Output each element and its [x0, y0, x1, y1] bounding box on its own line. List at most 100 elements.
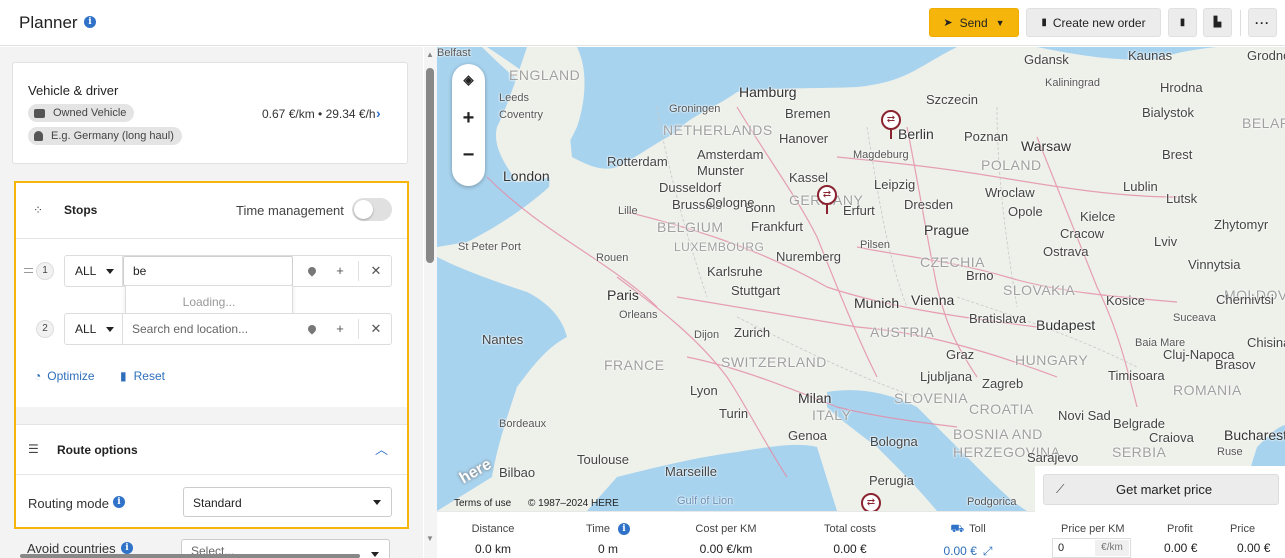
end-location-input[interactable] — [123, 314, 293, 344]
horizontal-scrollbar[interactable] — [20, 554, 360, 558]
map-city-label: Magdeburg — [853, 149, 909, 161]
sidebar-scrollbar-thumb[interactable] — [426, 68, 434, 263]
map-city-label: Belgrade — [1113, 416, 1166, 431]
chevron-right-icon[interactable]: › — [376, 105, 381, 121]
autocomplete-status: Loading... — [182, 295, 236, 309]
map-city-label: Bordeaux — [499, 418, 547, 430]
toll-icon: ⛟ — [950, 523, 965, 535]
optimize-button[interactable]: ◔ Optimize — [34, 369, 95, 383]
map-city-label: Dusseldorf — [659, 180, 722, 195]
stop-filter-select[interactable]: ALL — [65, 314, 123, 344]
remove-stop-icon[interactable]: ✕ — [368, 263, 384, 279]
map-city-label: Berlin — [898, 126, 934, 142]
stops-header: ⁘ Stops Time management — [16, 183, 407, 239]
stops-title: Stops — [64, 203, 98, 217]
price-label: Price — [1230, 523, 1256, 535]
vehicle-type-pill: Owned Vehicle — [28, 104, 135, 122]
remove-stop-icon[interactable]: ✕ — [368, 321, 384, 337]
scroll-down-icon[interactable]: ▼ — [426, 534, 434, 543]
terms-of-use-link[interactable]: Terms of use — [454, 498, 511, 509]
reset-label: Reset — [133, 369, 165, 383]
info-icon[interactable]: i — [113, 496, 125, 508]
reset-button[interactable]: ▮ Reset — [120, 369, 165, 383]
map-city-label: Rouen — [596, 252, 629, 264]
stop-filter-value: ALL — [75, 322, 97, 336]
stopwatch-icon: ◔ — [34, 369, 42, 383]
map-city-label: Bremen — [785, 106, 831, 121]
stat-label: Cost per KM — [695, 523, 757, 535]
row-divider — [358, 261, 359, 281]
drag-handle-icon[interactable] — [24, 268, 33, 273]
route-stats-bar: Distance 0.0 km Time i 0 m Cost per KM 0.… — [437, 511, 1035, 558]
info-icon[interactable]: i — [84, 16, 96, 28]
map-city-label: Dijon — [694, 329, 720, 341]
stop-location-input[interactable] — [123, 256, 293, 286]
map-city-label: Milan — [798, 390, 832, 406]
map-region-label: FRANCE — [604, 357, 665, 373]
map-region-label: CROATIA — [969, 401, 1034, 417]
stop-row-1: 1 ALL + ✕ — [16, 255, 407, 287]
map-pin-icon[interactable] — [304, 321, 320, 336]
map-city-label: Rotterdam — [607, 154, 668, 169]
map-pin-icon[interactable] — [304, 263, 320, 278]
map-region-label: AUSTRIA — [870, 324, 935, 340]
routing-mode-select[interactable]: Standard — [183, 487, 392, 517]
price-per-km-input[interactable]: 0 €/km — [1052, 538, 1131, 558]
map-city-label: Cracow — [1060, 226, 1105, 241]
scroll-up-icon[interactable]: ▲ — [426, 50, 434, 59]
map-city-label: Zagreb — [982, 376, 1024, 391]
pdf-export-button[interactable]: ▮ — [1168, 8, 1197, 37]
map-region-label: ENGLAND — [509, 67, 581, 83]
create-order-button[interactable]: ▮ Create new order — [1026, 8, 1161, 37]
expand-icon[interactable]: ⤢ — [983, 544, 993, 558]
map-city-label: Warsaw — [1021, 138, 1072, 154]
zoom-out-button[interactable]: − — [452, 144, 485, 167]
layers-icon[interactable]: ◈ — [452, 72, 485, 88]
vehicle-marker[interactable]: ⇄ — [881, 110, 901, 139]
vehicle-marker[interactable]: ⇄ — [817, 185, 837, 214]
map-city-label: Munich — [854, 295, 900, 311]
stop-filter-select[interactable]: ALL — [65, 256, 123, 286]
route-map[interactable]: ENGLAND NETHERLANDS BELGIUM LUXEMBOURG G… — [437, 47, 1285, 511]
chart-button[interactable]: ▙ — [1203, 8, 1232, 37]
map-attribution: Terms of use © 1987–2024 HERE — [454, 498, 619, 509]
routing-mode-label: Routing mode — [28, 496, 109, 511]
driver-label: E.g. Germany (long haul) — [51, 130, 174, 142]
info-icon[interactable]: i — [618, 523, 631, 536]
price-per-km-value: 0 — [1058, 542, 1065, 554]
routing-mode-row: Routing mode i Standard — [16, 475, 407, 527]
add-stop-icon[interactable]: + — [332, 321, 348, 336]
get-market-price-button[interactable]: ⟋ Get market price — [1043, 474, 1279, 505]
map-city-label: Lyon — [690, 383, 718, 398]
map-city-label: Wroclaw — [985, 185, 1035, 200]
stat-value: 0.00 € — [833, 542, 867, 556]
stat-label: Toll — [969, 523, 986, 535]
map-city-label: Groningen — [669, 103, 721, 115]
truck-icon — [34, 108, 45, 118]
price-per-km-label: Price per KM — [1061, 523, 1125, 535]
vehicle-driver-card[interactable]: Vehicle & driver Owned Vehicle E.g. Germ… — [12, 62, 408, 164]
map-city-label: Frankfurt — [751, 219, 804, 234]
more-button[interactable]: ··· — [1248, 8, 1277, 37]
vehicle-type-label: Owned Vehicle — [53, 107, 127, 119]
send-button[interactable]: ➤ Send ▼ — [929, 8, 1019, 37]
chevron-up-icon[interactable]: ︿ — [375, 439, 388, 458]
stop-input-group: ALL + ✕ — [64, 255, 392, 287]
map-city-label: Perugia — [869, 473, 914, 488]
chart-icon: ▙ — [1213, 17, 1222, 28]
create-order-label: Create new order — [1052, 15, 1146, 30]
map-city-label: Brasov — [1215, 357, 1256, 372]
route-options-header[interactable]: ☰ Route options ︿ — [16, 425, 407, 475]
add-stop-icon[interactable]: + — [332, 263, 348, 278]
map-city-label: Szczecin — [926, 92, 979, 107]
zoom-in-button[interactable]: + — [452, 107, 485, 130]
stat-time: Time i 0 m — [553, 523, 663, 556]
info-icon[interactable]: i — [121, 542, 133, 554]
stat-distance: Distance 0.0 km — [438, 523, 548, 556]
row-divider — [358, 319, 359, 339]
map-city-label: Kielce — [1080, 209, 1116, 224]
map-region-label: BELARUS — [1242, 115, 1285, 131]
vehicle-marker[interactable]: ⇄ — [861, 493, 881, 511]
time-management-toggle[interactable] — [352, 198, 392, 221]
map-city-label: Chisinau — [1247, 335, 1285, 350]
